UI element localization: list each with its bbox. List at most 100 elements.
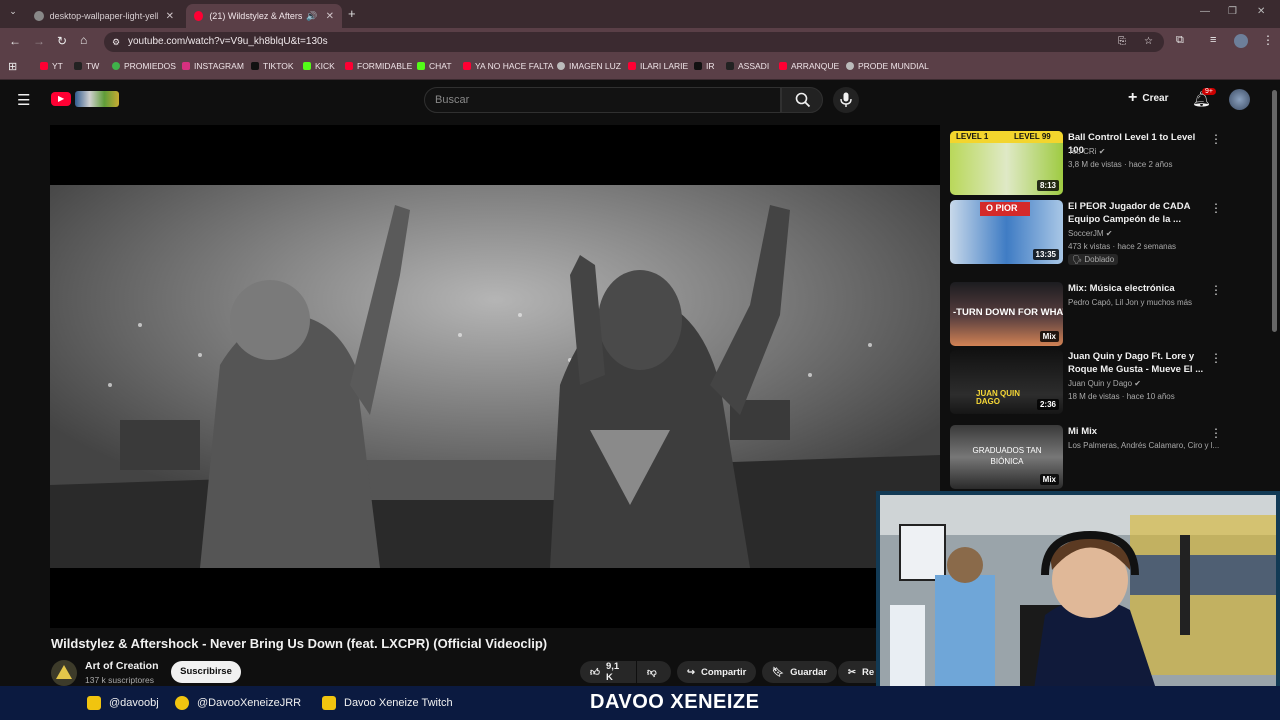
clip-button[interactable]: ✂ Re (838, 661, 878, 683)
search-icon (795, 92, 811, 108)
close-tab-icon[interactable]: ✕ (166, 11, 174, 22)
profile-icon[interactable] (1234, 34, 1248, 48)
bookmark-tw[interactable]: TW (74, 61, 99, 71)
clip-label: Re (861, 666, 875, 678)
recommendation-item[interactable]: GRADUADOS TAN BIÓNICA Mix Mi Mix Los Pal… (950, 425, 1270, 489)
channel-name[interactable]: Art of Creation (85, 660, 159, 672)
new-tab-icon[interactable]: + (348, 6, 356, 21)
verified-icon: ✔ (1105, 229, 1113, 238)
video-thumbnail[interactable]: -TURN DOWN FOR WHAT- Mix (950, 282, 1063, 346)
bookmark-ilari-larie[interactable]: ILARI LARIE (628, 61, 688, 71)
apps-grid-icon[interactable]: ⊞ (8, 60, 17, 73)
recommendation-channel[interactable]: Juan Quin y Dago ✔ (1068, 379, 1141, 388)
search-button[interactable] (781, 87, 823, 113)
save-button[interactable]: 🔖︎ Guardar (762, 661, 838, 683)
mk-icon (694, 62, 702, 70)
tab-wallpaper[interactable]: desktop-wallpaper-light-yellow ✕ (26, 4, 182, 28)
bookmark-imagen-luz[interactable]: IMAGEN LUZ (557, 61, 621, 71)
recommendation-title[interactable]: Juan Quin y Dago Ft. Lore y Roque Me Gus… (1068, 350, 1208, 376)
share-button[interactable]: ↪ Compartir (677, 661, 757, 683)
recommendation-item[interactable]: LEVEL 1 LEVEL 99 8:13 Ball Control Level… (950, 131, 1270, 195)
voice-search-button[interactable] (833, 87, 859, 113)
share-arrow-icon: ↪ (687, 666, 695, 678)
more-actions-icon[interactable]: ⋮ (1210, 133, 1222, 147)
dislike-button[interactable]: 👎︎ (637, 661, 671, 683)
video-thumbnail[interactable]: O PIOR 13:35 (950, 200, 1063, 264)
youtube-logo[interactable]: ▶ (51, 92, 71, 106)
bookmark-ya-no-hace-falta[interactable]: YA NO HACE FALTA (463, 61, 553, 71)
bookmark-kick[interactable]: KICK (303, 61, 335, 71)
recommendation-item[interactable]: -TURN DOWN FOR WHAT- Mix Mix: Música ele… (950, 282, 1270, 346)
address-bar-row: ← → ↻ ⌂ ⚙ youtube.com/watch?v=V9u_kh8blq… (0, 28, 1280, 56)
thumb-text: LEVEL 99 (1014, 132, 1051, 141)
recommendation-title[interactable]: El PEOR Jugador de CADA Equipo Campeón d… (1068, 200, 1208, 226)
home-icon[interactable]: ⌂ (80, 33, 87, 47)
recommendation-item[interactable]: JUAN QUIN DAGO 2:36 Juan Quin y Dago Ft.… (950, 350, 1270, 414)
subscribe-button[interactable]: Suscribirse (171, 661, 241, 683)
video-thumbnail[interactable]: JUAN QUIN DAGO 2:36 (950, 350, 1063, 414)
url-input[interactable]: ⚙ youtube.com/watch?v=V9u_kh8blqU&t=130s… (104, 32, 1164, 52)
speaker-icon[interactable]: 🔊 (306, 11, 317, 22)
bookmark-instagram[interactable]: INSTAGRAM (182, 61, 244, 71)
thumb-text: -TURN DOWN FOR WHAT- (953, 307, 1063, 318)
reading-list-icon[interactable]: ≡ (1210, 34, 1216, 46)
page-scrollbar[interactable] (1272, 90, 1277, 332)
bookmark-assadi[interactable]: ASSADI (726, 61, 769, 71)
bookmark-yt[interactable]: YT (40, 61, 63, 71)
recommendation-title[interactable]: Mi Mix (1068, 425, 1208, 438)
recommendation-title[interactable]: Mix: Música electrónica (1068, 282, 1208, 295)
browser-menu-icon[interactable]: ⋮ (1262, 33, 1274, 47)
install-icon[interactable]: ⎘ (1118, 32, 1126, 52)
bookmark-ir[interactable]: IR (694, 61, 715, 71)
recommendation-item[interactable]: O PIOR 13:35 El PEOR Jugador de CADA Equ… (950, 200, 1270, 265)
x-logo-icon (726, 62, 734, 70)
video-thumbnail[interactable]: GRADUADOS TAN BIÓNICA Mix (950, 425, 1063, 489)
video-player[interactable] (50, 125, 940, 628)
bookmark-icon: 🔖︎ (772, 666, 785, 678)
extensions-icon[interactable]: ⧉ (1176, 34, 1184, 47)
bookmark-arranque[interactable]: ARRANQUE (779, 61, 839, 71)
video-title: Wildstylez & Aftershock - Never Bring Us… (51, 636, 548, 651)
channel-avatar[interactable] (51, 660, 77, 686)
bookmark-tiktok[interactable]: TIKTOK (251, 61, 294, 71)
notifications-button[interactable]: 🔔︎ 9+ (1192, 88, 1216, 109)
subscriber-count: 137 k suscriptores (85, 675, 154, 685)
youtube-icon (463, 62, 471, 70)
bookmark-chat[interactable]: CHAT (417, 61, 452, 71)
save-label: Guardar (790, 666, 828, 678)
thumb-text: LEVEL 1 (956, 132, 989, 141)
site-info-icon[interactable]: ⚙ (112, 32, 120, 52)
tab-search-icon[interactable]: ⌄ (6, 6, 20, 20)
search-input[interactable]: Buscar (424, 87, 781, 113)
more-actions-icon[interactable]: ⋮ (1210, 284, 1222, 298)
create-button[interactable]: + Crear (1128, 90, 1169, 106)
youtube-icon (322, 696, 336, 710)
close-window-icon[interactable]: ✕ (1257, 6, 1265, 17)
create-label: Crear (1142, 92, 1169, 104)
bookmark-star-icon[interactable]: ☆ (1144, 32, 1153, 52)
twitter-handle: @DavooXeneizeJRR (175, 696, 301, 710)
recommendation-channel[interactable]: Teo CRi ✔ (1068, 147, 1105, 156)
recommendation-channel[interactable]: SoccerJM ✔ (1068, 229, 1113, 238)
recommendation-channel[interactable]: Pedro Capó, Lil Jon y muchos más (1068, 298, 1192, 307)
hamburger-menu-icon[interactable]: ☰ (17, 91, 30, 109)
forward-icon[interactable]: → (33, 34, 45, 48)
bookmark-promiedos[interactable]: PROMIEDOS (112, 61, 176, 71)
streamer-name: DAVOO XENEIZE (590, 691, 760, 713)
like-button[interactable]: 👍︎ 9,1 K (580, 661, 636, 683)
share-label: Compartir (700, 666, 747, 678)
close-tab-icon[interactable]: ✕ (326, 11, 334, 22)
restore-icon[interactable]: ❐ (1228, 6, 1237, 17)
recommendation-channel[interactable]: Los Palmeras, Andrés Calamaro, Ciro y l.… (1068, 441, 1219, 450)
bookmark-prode-mundial[interactable]: PRODE MUNDIAL (846, 61, 929, 71)
bookmark-formidable[interactable]: FORMIDABLE (345, 61, 412, 71)
reload-icon[interactable]: ↻ (57, 34, 67, 48)
minimize-icon[interactable]: — (1200, 6, 1210, 17)
more-actions-icon[interactable]: ⋮ (1210, 427, 1222, 441)
more-actions-icon[interactable]: ⋮ (1210, 202, 1222, 216)
more-actions-icon[interactable]: ⋮ (1210, 352, 1222, 366)
tab-youtube[interactable]: (21) Wildstylez & Aftershoc 🔊 ✕ (186, 4, 342, 28)
back-icon[interactable]: ← (9, 34, 21, 48)
account-avatar[interactable] (1229, 89, 1250, 110)
video-thumbnail[interactable]: LEVEL 1 LEVEL 99 8:13 (950, 131, 1063, 195)
